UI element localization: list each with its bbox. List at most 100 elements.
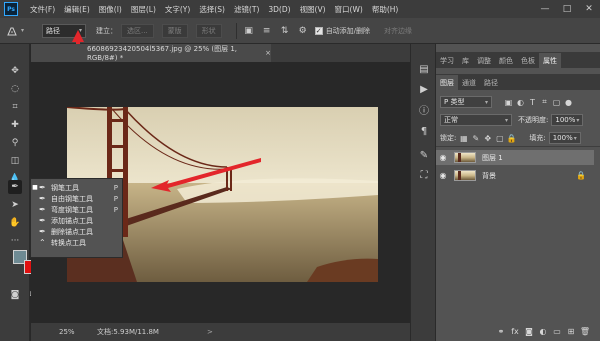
visibility-eye-icon[interactable]: ◉: [436, 153, 450, 162]
filter-shape-icon[interactable]: ⌗: [540, 97, 549, 107]
layer-row[interactable]: ◉ 图层 1: [436, 150, 594, 165]
tab-properties[interactable]: 属性: [539, 53, 561, 68]
pen-tool-icon[interactable]: ✒: [8, 180, 22, 194]
move-tool-icon[interactable]: ✥: [8, 64, 22, 78]
minimize-button[interactable]: —: [534, 0, 556, 18]
menu-file[interactable]: 文件(F): [30, 4, 55, 15]
healing-brush-icon[interactable]: ✚: [8, 118, 22, 132]
fill-input[interactable]: 100% ▾: [548, 132, 581, 144]
menu-view[interactable]: 视图(V): [300, 4, 326, 15]
path-operations-icon[interactable]: ▣: [243, 25, 255, 37]
menu-help[interactable]: 帮助(H): [372, 4, 399, 15]
tab-paths[interactable]: 路径: [480, 75, 502, 90]
pen-tool-flyout-menu: ■ ✒ 钢笔工具 P ✒ 自由钢笔工具 P ✒ 弯度钢笔工具 P ✒ 添加锚点工…: [30, 178, 123, 258]
chevron-down-icon: ▾: [573, 134, 577, 142]
layer-style-icon[interactable]: fx: [508, 327, 522, 336]
settings-gear-icon[interactable]: ⚙: [297, 25, 309, 37]
lock-pixels-icon[interactable]: ✎: [471, 134, 480, 143]
lock-all-icon[interactable]: 🔒: [507, 134, 517, 143]
lock-icon: 🔒: [576, 171, 586, 180]
flyout-item-convert-point-tool[interactable]: ⌃ 转换点工具: [31, 237, 122, 248]
maximize-button[interactable]: □: [556, 0, 578, 18]
add-mask-icon[interactable]: ◙: [522, 327, 536, 336]
pen-icon: ✒: [39, 183, 46, 192]
path-arrangement-icon[interactable]: ⇅: [279, 25, 291, 37]
tool-mode-value: 路径: [46, 26, 60, 35]
tab-adjustments[interactable]: 调整: [473, 53, 495, 68]
flyout-item-label: 弯度钢笔工具: [51, 205, 93, 214]
menu-layer[interactable]: 图层(L): [131, 4, 156, 15]
flyout-item-pen-tool[interactable]: ■ ✒ 钢笔工具 P: [31, 182, 122, 193]
path-alignment-icon[interactable]: ≡: [261, 25, 273, 37]
more-tools-icon[interactable]: ···: [8, 234, 22, 248]
menu-select[interactable]: 选择(S): [199, 4, 225, 15]
auto-add-delete-label: 自动添加/删除: [325, 26, 371, 35]
info-panel-icon[interactable]: ⓘ: [417, 102, 431, 117]
menu-window[interactable]: 窗口(W): [335, 4, 363, 15]
lock-transparency-icon[interactable]: ▦: [459, 134, 468, 143]
filter-pixel-icon[interactable]: ▣: [504, 98, 513, 107]
close-button[interactable]: ✕: [578, 0, 600, 18]
hand-tool-icon[interactable]: ✋: [8, 216, 22, 230]
menu-type[interactable]: 文字(Y): [165, 4, 190, 15]
opacity-value: 100%: [555, 116, 576, 124]
opacity-input[interactable]: 100% ▾: [551, 114, 584, 126]
close-tab-icon[interactable]: ×: [265, 49, 271, 57]
flyout-item-label: 钢笔工具: [51, 183, 79, 192]
flyout-item-curvature-pen-tool[interactable]: ✒ 弯度钢笔工具 P: [31, 204, 122, 215]
make-shape-button[interactable]: 形状: [195, 23, 222, 38]
auto-add-delete-checkbox[interactable]: ✓: [314, 26, 323, 35]
layer-row[interactable]: ◉ 背景 🔒: [436, 168, 594, 183]
make-selection-button[interactable]: 选区...: [121, 23, 154, 38]
lock-artboard-icon[interactable]: ▢: [495, 134, 504, 143]
flyout-item-add-anchor-tool[interactable]: ✒ 添加锚点工具: [31, 215, 122, 226]
new-group-icon[interactable]: ▭: [550, 327, 564, 336]
actions-panel-icon[interactable]: ▶: [417, 82, 431, 96]
new-layer-icon[interactable]: ⊞: [564, 327, 578, 336]
eraser-tool-icon[interactable]: ◫: [8, 154, 22, 168]
layer-filter-select[interactable]: P 类型 ▾: [440, 96, 492, 108]
path-select-tool-icon[interactable]: ➤: [8, 198, 22, 212]
make-mask-button[interactable]: 蒙版: [161, 23, 188, 38]
tab-libraries[interactable]: 库: [458, 53, 473, 68]
lasso-tool-icon[interactable]: ◌: [8, 82, 22, 96]
delete-layer-icon[interactable]: 🗑: [578, 327, 592, 336]
crop-tool-icon[interactable]: ⌗: [8, 100, 22, 114]
clone-source-icon[interactable]: ⛶: [417, 168, 431, 182]
link-layers-icon[interactable]: ⚭: [494, 327, 508, 336]
document-tab[interactable]: 66086923420504l5367.jpg @ 25% (图层 1, RGB…: [31, 44, 271, 62]
tab-swatches[interactable]: 色板: [517, 53, 539, 68]
lock-position-icon[interactable]: ✥: [483, 134, 492, 143]
filter-smart-object-icon[interactable]: ▢: [552, 98, 561, 107]
paragraph-panel-icon[interactable]: ¶: [417, 124, 431, 138]
tool-preset-picker[interactable]: ▾: [6, 25, 42, 37]
clone-stamp-icon[interactable]: ⚲: [8, 136, 22, 150]
filter-toggle-icon[interactable]: ●: [564, 98, 573, 107]
document-info: 文档:5.93M/11.8M: [97, 328, 159, 336]
tab-learn[interactable]: 学习: [436, 53, 458, 68]
tab-layers[interactable]: 图层: [436, 75, 458, 90]
history-panel-icon[interactable]: ▤: [417, 62, 431, 76]
filter-type-icon[interactable]: T: [528, 98, 537, 107]
tab-channels[interactable]: 通道: [458, 75, 480, 90]
collapsed-panel-strip: ▤ ▶ ⓘ ¶ ✎ ⛶: [410, 44, 436, 341]
divider: [436, 146, 600, 147]
convert-point-icon: ⌃: [39, 238, 46, 247]
adjustment-layer-icon[interactable]: ◐: [536, 327, 550, 336]
zoom-level[interactable]: 25%: [59, 328, 97, 336]
flyout-item-delete-anchor-tool[interactable]: ✒ 删除锚点工具: [31, 226, 122, 237]
freeform-pen-icon: ✒: [39, 194, 46, 203]
brush-settings-icon[interactable]: ✎: [417, 148, 431, 162]
menu-3d[interactable]: 3D(D): [268, 5, 290, 14]
filter-adjustment-icon[interactable]: ◐: [516, 98, 525, 107]
menu-filter[interactable]: 滤镜(T): [234, 4, 259, 15]
flyout-item-label: 添加锚点工具: [51, 216, 93, 225]
tab-color[interactable]: 颜色: [495, 53, 517, 68]
menu-image[interactable]: 图像(I): [99, 4, 122, 15]
quick-mask-icon[interactable]: ◙: [8, 288, 22, 302]
flyout-item-freeform-pen-tool[interactable]: ✒ 自由钢笔工具 P: [31, 193, 122, 204]
blend-mode-select[interactable]: 正常 ▾: [440, 114, 512, 126]
menu-edit[interactable]: 编辑(E): [64, 4, 90, 15]
status-menu-arrow-icon[interactable]: >: [207, 328, 213, 336]
visibility-eye-icon[interactable]: ◉: [436, 171, 450, 180]
